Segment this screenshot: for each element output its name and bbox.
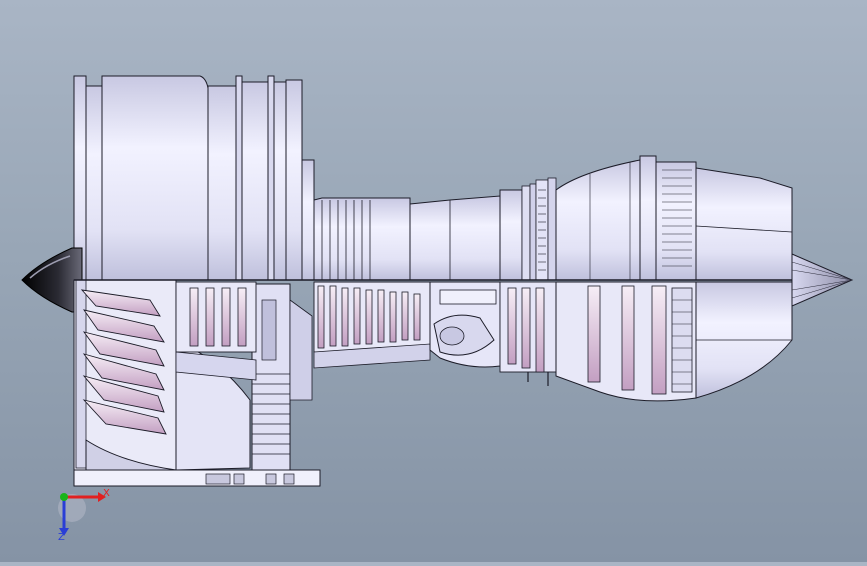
cad-viewport[interactable]: X Z [0, 0, 867, 562]
tail-cone[interactable] [791, 253, 854, 307]
high-pressure-compressor[interactable] [313, 281, 431, 369]
combustor[interactable] [429, 281, 501, 368]
spinner-cone[interactable] [21, 247, 83, 313]
coordinate-triad-icon: X Z [58, 488, 110, 543]
exhaust-nozzle[interactable] [695, 281, 793, 399]
fan-exit-guide-vanes[interactable] [251, 283, 313, 471]
x-axis-label: X [103, 488, 110, 499]
z-axis-label: Z [58, 532, 65, 543]
high-pressure-turbine[interactable] [499, 281, 557, 386]
low-pressure-turbine[interactable] [555, 281, 697, 402]
fan-nacelle[interactable] [73, 75, 315, 281]
booster-compressor[interactable] [175, 281, 257, 381]
core-casing[interactable] [313, 155, 793, 281]
